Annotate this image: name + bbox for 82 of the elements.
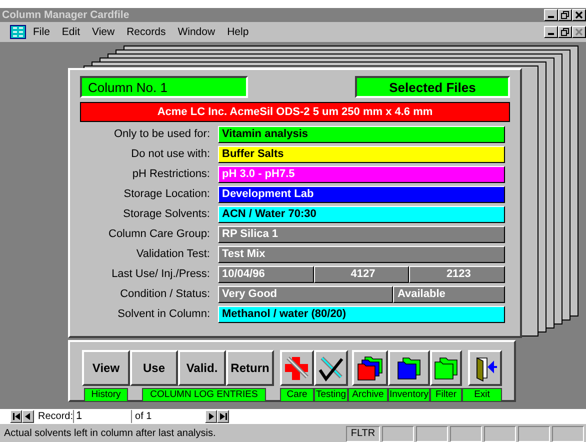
tool-button[interactable] (280, 350, 314, 386)
field-value: Methanol / water (80/20) (218, 306, 505, 323)
status-cell (552, 426, 584, 442)
field-label: Only to be used for: (113, 127, 210, 142)
column-description: Acme LC Inc. AcmeSil ODS-2 5 um 250 mm x 4.6 mm (80, 102, 510, 122)
previous-icon (25, 412, 31, 420)
field-value: Development Lab (218, 186, 505, 203)
wrench-check-icon (317, 354, 345, 382)
restore-icon (561, 11, 569, 19)
caption-label: Filter (430, 388, 462, 402)
field-label: Storage Solvents: (122, 207, 210, 222)
field-value: RP Silica 1 (218, 226, 505, 243)
window-title: Column Manager Cardfile (2, 9, 130, 21)
wrench-cross-icon (283, 354, 311, 382)
tool-button[interactable] (352, 350, 388, 386)
field-label: Storage Location: (122, 187, 210, 202)
menu-item[interactable]: Records (126, 26, 167, 38)
caption-label: History (84, 388, 128, 402)
caption-label: Inventory (388, 388, 430, 402)
caption-label: Exit (462, 388, 502, 402)
last-record-button[interactable] (217, 410, 230, 422)
status-cell (450, 426, 482, 442)
tool-button[interactable] (468, 350, 502, 386)
menu-item[interactable]: Help (226, 26, 250, 38)
log-button[interactable]: Use (130, 350, 178, 386)
caption-label: Care (280, 388, 314, 402)
field-label: Do not use with: (130, 147, 210, 162)
caption-label: Archive (348, 388, 388, 402)
folders-icon (356, 354, 384, 382)
first-icon (12, 412, 20, 420)
log-button[interactable]: Return (226, 350, 274, 386)
close-button[interactable] (572, 9, 586, 21)
tool-button[interactable] (430, 350, 462, 386)
minimize-button[interactable] (544, 26, 558, 38)
close-icon (575, 11, 583, 19)
field-value: Buffer Salts (218, 146, 505, 163)
field-label: pH Restrictions: (131, 167, 210, 182)
tool-button[interactable] (388, 350, 430, 386)
status-cell (484, 426, 516, 442)
restore-button[interactable] (558, 9, 572, 21)
field-label: Column Care Group: (108, 227, 210, 242)
column-number-field: Column No. 1 (80, 76, 248, 98)
first-record-button[interactable] (10, 410, 22, 422)
caption-label: Testing (314, 388, 348, 402)
status-cell (518, 426, 550, 442)
next-record-button[interactable] (205, 410, 218, 422)
restore-button[interactable] (558, 26, 572, 38)
field-value: Very Good (218, 286, 394, 303)
field-label: Condition / Status: (119, 287, 210, 302)
field-value: 4127 (314, 266, 410, 283)
field-value: pH 3.0 - pH7.5 (218, 166, 505, 183)
app-icon[interactable] (10, 25, 26, 39)
field-label: Validation Test: (135, 247, 210, 262)
restore-icon (561, 28, 569, 36)
minimize-button[interactable] (544, 9, 558, 21)
menu-item[interactable]: Window (176, 26, 216, 38)
menu-item[interactable]: File (32, 26, 51, 38)
status-cell (416, 426, 448, 442)
log-button[interactable]: View (82, 350, 130, 386)
field-label: Last Use/ Inj./Press: (110, 267, 210, 282)
filter-indicator: FLTR (346, 426, 380, 442)
field-value: 10/04/96 (218, 266, 314, 283)
field-label: Solvent in Column: (116, 307, 210, 322)
field-value: Test Mix (218, 246, 505, 263)
status-cell (382, 426, 414, 442)
record-label: Record: (38, 410, 74, 422)
field-value: Vitamin analysis (218, 126, 505, 143)
menu-item[interactable]: View (91, 26, 116, 38)
caption-label: COLUMN LOG ENTRIES (142, 388, 266, 402)
selected-files-label: Selected Files (355, 76, 510, 98)
close-button[interactable] (572, 26, 586, 38)
previous-record-button[interactable] (22, 410, 34, 422)
field-value: 2123 (409, 266, 506, 283)
next-icon (208, 412, 214, 420)
tool-button[interactable] (314, 350, 348, 386)
close-icon (575, 28, 583, 36)
status-text: Actual solvents left in column after last analysis. (3, 428, 217, 439)
log-button[interactable]: Valid. (178, 350, 226, 386)
field-value: ACN / Water 70:30 (218, 206, 505, 223)
menu-item[interactable]: Edit (60, 26, 82, 38)
field-value: Available (393, 286, 505, 303)
last-icon (220, 412, 227, 420)
